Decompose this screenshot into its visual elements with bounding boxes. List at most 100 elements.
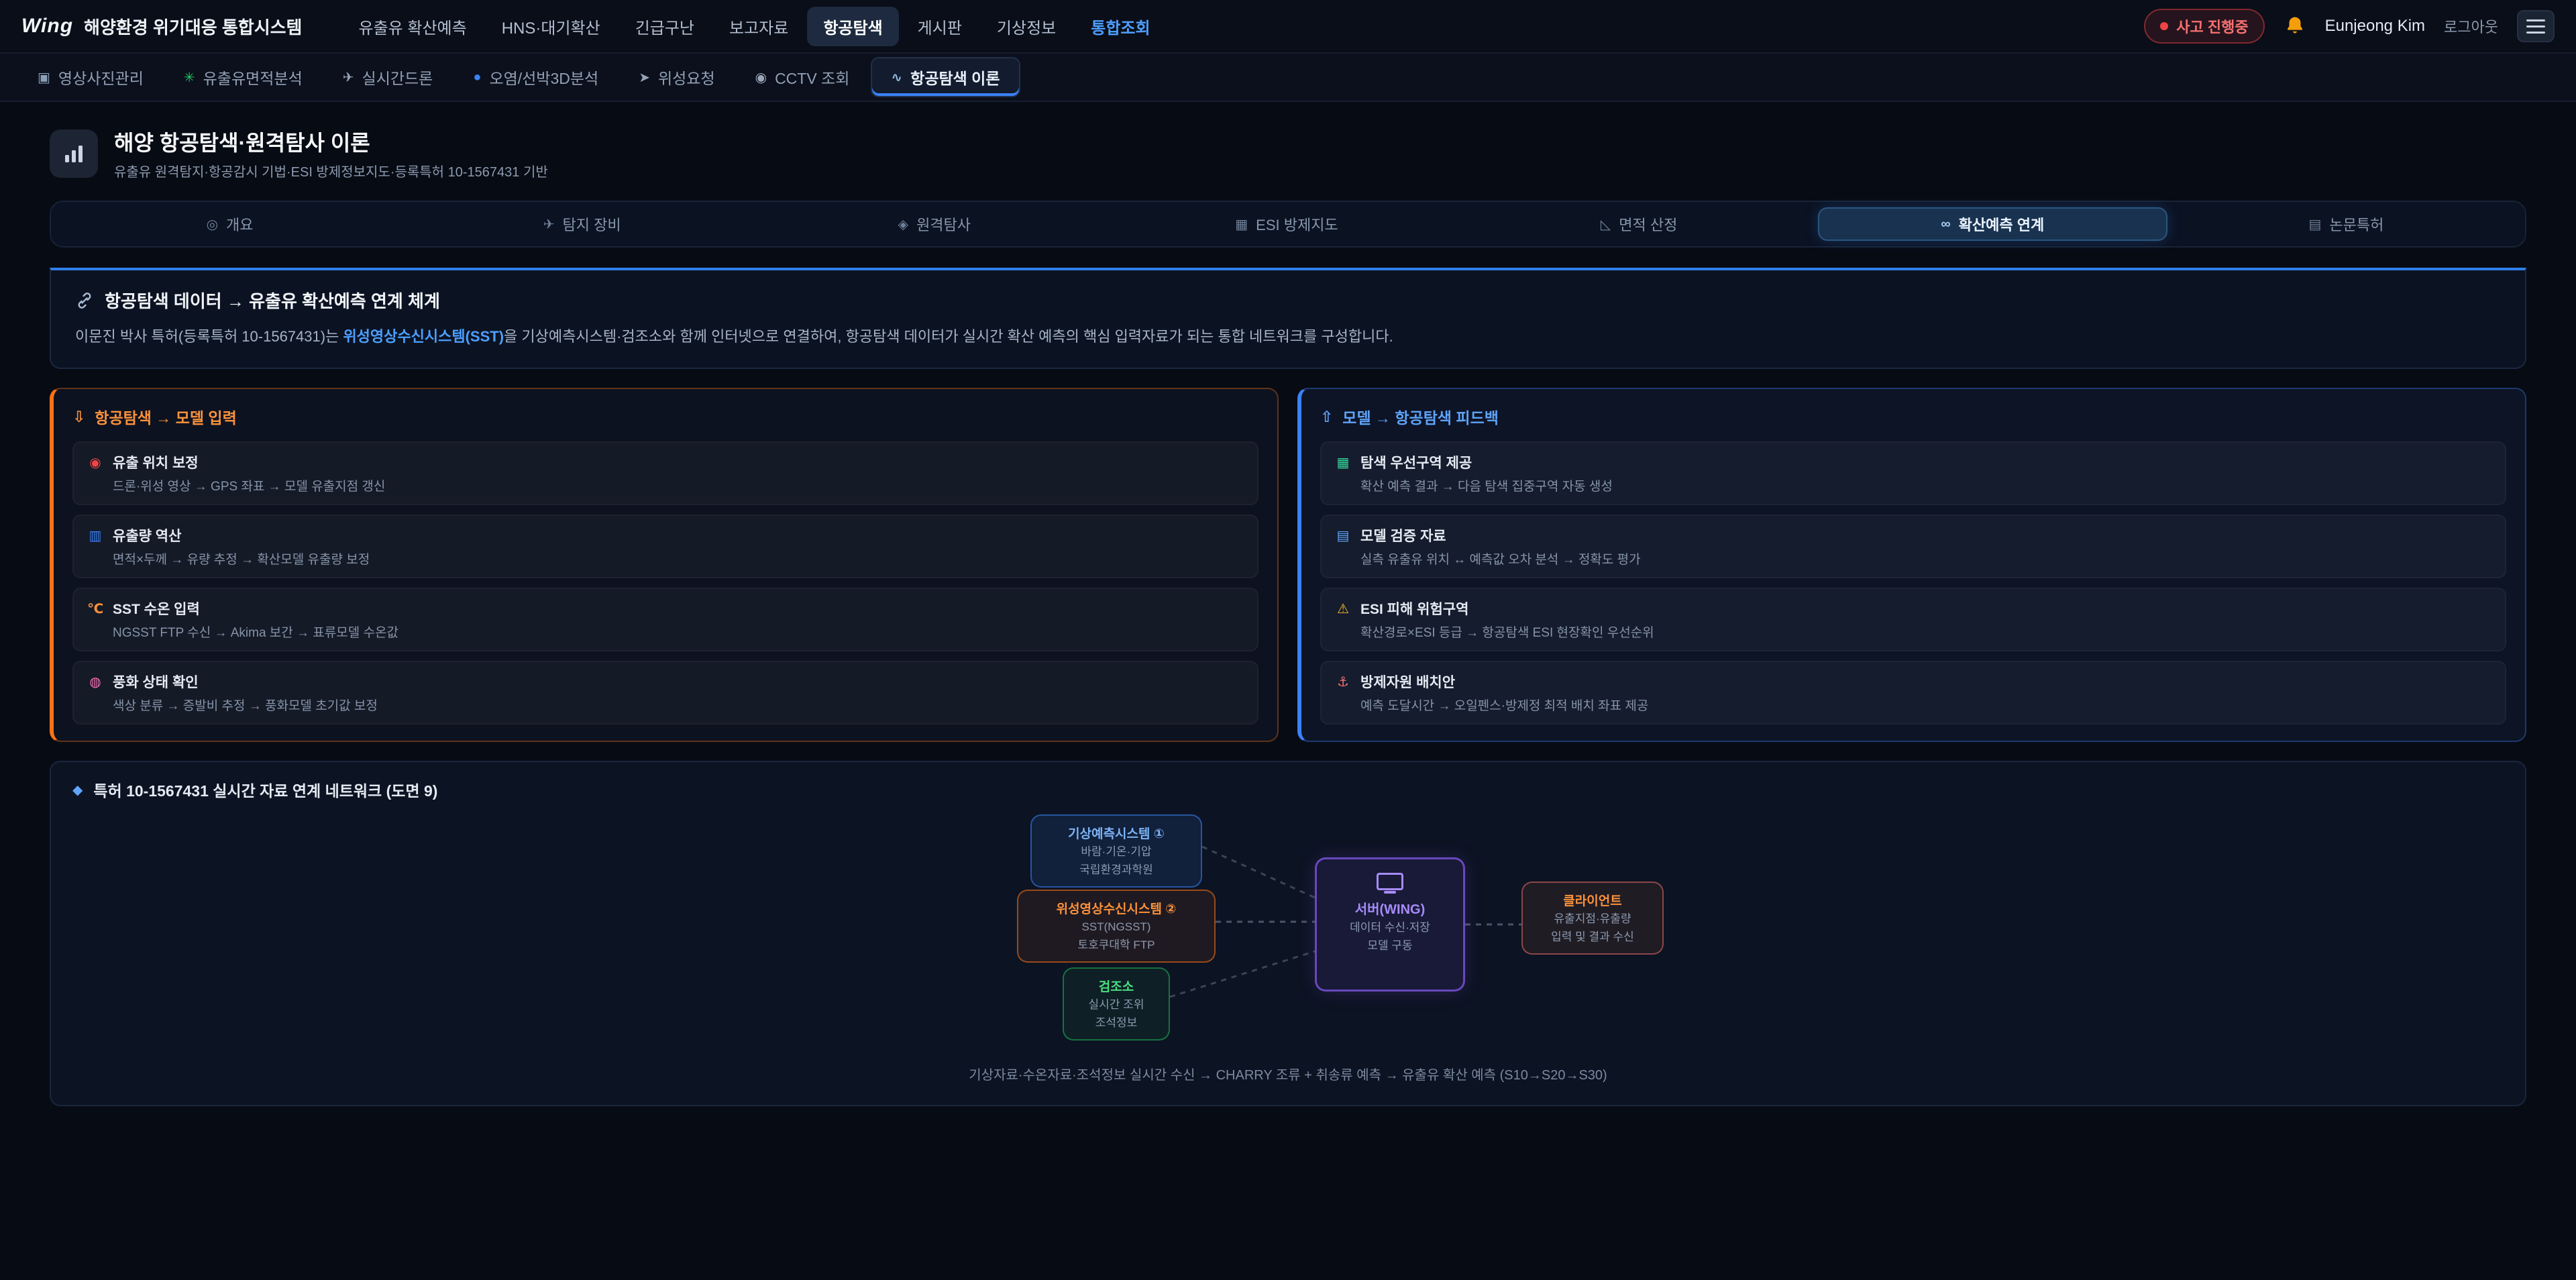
node-title: 기상예측시스템 ① [1042,824,1190,842]
model-feedback-panel: ⇧ 모델 → 항공탐색 피드백 ▦ 탐색 우선구역 제공 확산 예측 결과 → … [1297,388,2526,742]
item-desc: 확산경로×ESI 등급 → 항공탐색 ESI 현장확인 우선순위 [1335,623,2491,641]
logout-button[interactable]: 로그아웃 [2444,15,2498,37]
node-line: SST(NGSST) [1029,920,1203,935]
tab-esi-map[interactable]: ▦ ESI 방제지도 [1113,207,1460,241]
tab-area-calculation[interactable]: ◺ 면적 산정 [1466,207,1813,241]
node-line: 실시간 조위 [1075,998,1158,1013]
subnav-tab-satellite-request[interactable]: ➤ 위성요청 [620,57,733,97]
tab-overview[interactable]: ◎ 개요 [56,207,403,241]
tab-remote-sensing[interactable]: ◈ 원격탐사 [761,207,1108,241]
drone-icon: ✈ [343,69,354,86]
list-item-response-deployment: ⚓ 방제자원 배치안 예측 도달시간 → 오일펜스·방제정 최적 배치 좌표 제… [1320,661,2506,725]
intro-body: 이문진 박사 특허(등록특허 10-1567431)는 위성영상수신시스템(SS… [75,325,2501,349]
subnav-tab-label: 유출유면적분석 [203,66,303,89]
item-title: 유출량 역산 [113,525,181,545]
subnav-tab-realtime-drone[interactable]: ✈ 실시간드론 [324,57,452,97]
satellite-icon: ➤ [639,69,650,86]
node-line: 토호쿠대학 FTP [1029,938,1203,953]
intro-card: 항공탐색 데이터 → 유출유 확산예측 연계 체계 이문진 박사 특허(등록특허… [50,268,2526,369]
intro-body-post: 을 기상예측시스템·검조소와 함께 인터넷으로 연결하여, 항공탐색 데이터가 … [504,328,1393,345]
tab-label: ESI 방제지도 [1256,213,1338,235]
subnav-tab-label: 항공탐색 이론 [910,66,1000,89]
thermometer-icon: ℃ [87,600,103,617]
nav-item-integrated-search[interactable]: 통합조회 [1075,7,1166,46]
item-desc: NGSST FTP 수신 → Akima 보간 → 표류모델 수온값 [87,623,1244,641]
network-diagram: 기상예측시스템 ① 바람·기온·기압 국립환경과학원 위성영상수신시스템 ② S… [912,814,1664,1045]
subnav-tab-photo-management[interactable]: ▣ 영상사진관리 [19,57,162,97]
network-title: 특허 10-1567431 실시간 자료 연계 네트워크 (도면 9) [93,778,437,801]
tide-station-node: 검조소 실시간 조위 조석정보 [1063,967,1170,1041]
subnav-tab-cctv[interactable]: ◉ CCTV 조회 [737,57,869,97]
bell-icon[interactable] [2284,15,2306,38]
model-input-panel: ⇩ 항공탐색 → 모델 입력 ◉ 유출 위치 보정 드론·위성 영상 → GPS… [50,388,1279,742]
item-desc: 색상 분류 → 증발비 추정 → 풍화모델 초기값 보정 [87,696,1244,714]
node-line: 입력 및 결과 수신 [1534,930,1652,945]
tab-label: 원격탐사 [916,213,971,235]
subnav-tab-oil-area-analysis[interactable]: ✳ 유출유면적분석 [165,57,321,97]
ruler-icon: ◺ [1601,216,1611,233]
sst-system-link[interactable]: 위성영상수신시스템(SST) [343,328,504,345]
clipboard-icon: ▤ [1335,527,1351,544]
app-title: 해양환경 위기대응 통합시스템 [84,14,302,39]
outbox-icon: ⇧ [1320,408,1333,426]
nav-item-reports[interactable]: 보고자료 [713,7,804,46]
nav-item-weather[interactable]: 기상정보 [981,7,1072,46]
patent-network-card: ◆ 특허 10-1567431 실시간 자료 연계 네트워크 (도면 9) 기상… [50,761,2526,1106]
item-title: 탐색 우선구역 제공 [1360,452,1472,472]
node-line: 유출지점·유출량 [1534,912,1652,927]
user-name: Eunjeong Kim [2325,17,2425,36]
page-header: 해양 항공탐색·원격탐사 이론 유출유 원격탐지·항공감시 기법·ESI 방제정… [50,126,2526,180]
grid-map-icon: ▦ [1335,454,1351,471]
item-desc: 드론·위성 영상 → GPS 좌표 → 모델 유출지점 갱신 [87,476,1244,494]
model-feedback-panel-title: ⇧ 모델 → 항공탐색 피드백 [1320,405,2506,428]
inbox-icon: ⇩ [72,408,85,426]
client-node: 클라이언트 유출지점·유출량 입력 및 결과 수신 [1521,882,1664,955]
warning-icon: ⚠ [1335,600,1351,617]
main-menu: 유출유 확산예측 HNS·대기확산 긴급구난 보고자료 항공탐색 게시판 기상정… [342,7,1166,46]
page-subtitle: 유출유 원격탐지·항공감시 기법·ESI 방제정보지도·등록특허 10-1567… [114,161,548,180]
nav-item-hns[interactable]: HNS·대기확산 [486,7,616,46]
node-title: 검조소 [1075,977,1158,995]
nav-item-aerial-search[interactable]: 항공탐색 [807,7,898,46]
item-title: ESI 피해 위험구역 [1360,598,1468,619]
top-nav: Wing 해양환경 위기대응 통합시스템 유출유 확산예측 HNS·대기확산 긴… [0,0,2576,54]
plane-icon: ✈ [543,216,555,233]
tab-papers-patents[interactable]: ▤ 논문특허 [2173,207,2520,241]
subnav-tab-label: 위성요청 [658,66,715,89]
nav-item-board[interactable]: 게시판 [902,7,978,46]
monitor-icon [1377,873,1403,890]
item-title: 방제자원 배치안 [1360,672,1455,692]
tab-label: 탐지 장비 [563,213,621,235]
globe-icon: ◎ [207,216,218,233]
incident-badge-label: 사고 진행중 [2176,15,2248,37]
node-line: 조석정보 [1075,1016,1158,1031]
main-content: 해양 항공탐색·원격탐사 이론 유출유 원격탐지·항공감시 기법·ESI 방제정… [0,102,2576,1160]
brand[interactable]: Wing 해양환경 위기대응 통합시스템 [21,14,302,39]
incident-status-badge[interactable]: 사고 진행중 [2144,9,2264,44]
subnav-tab-label: CCTV 조회 [775,66,849,89]
area-analysis-icon: ✳ [184,69,195,86]
panel-title-label: 항공탐색 → 모델 입력 [95,405,236,428]
subnav-tab-label: 오염/선박3D분석 [489,66,598,89]
ship-anchor-icon: ⚓ [1335,674,1351,690]
item-title: 유출 위치 보정 [113,452,199,472]
subnav-tab-label: 영상사진관리 [58,66,144,89]
item-title: 모델 검증 자료 [1360,525,1446,545]
model-input-panel-title: ⇩ 항공탐색 → 모델 입력 [72,405,1258,428]
page-title: 해양 항공탐색·원격탐사 이론 [114,126,548,157]
subnav-tab-ship-3d-analysis[interactable]: ● 오염/선박3D분석 [454,57,617,97]
intro-title: 항공탐색 데이터 → 유출유 확산예측 연계 체계 [105,288,440,313]
nav-item-spill-prediction[interactable]: 유출유 확산예측 [342,7,482,46]
subnav-tab-aerial-theory[interactable]: ∿ 항공탐색 이론 [871,57,1020,97]
tab-prediction-link[interactable]: ∞ 확산예측 연계 [1818,207,2167,241]
photo-icon: ▣ [38,69,50,86]
item-desc: 면적×두께 → 유량 추정 → 확산모델 유출량 보정 [87,549,1244,568]
tab-detection-equipment[interactable]: ✈ 탐지 장비 [409,207,755,241]
item-desc: 예측 도달시간 → 오일펜스·방제정 최적 배치 좌표 제공 [1335,696,2491,714]
hamburger-menu-icon[interactable] [2517,10,2555,42]
node-line: 모델 구동 [1328,939,1452,954]
nav-item-rescue[interactable]: 긴급구난 [619,7,710,46]
bar-chart-icon: ▥ [87,527,103,544]
radar-icon: ◈ [898,216,908,233]
list-item-model-validation: ▤ 모델 검증 자료 실측 유출유 위치 ↔ 예측값 오차 분석 → 정확도 평… [1320,515,2506,578]
